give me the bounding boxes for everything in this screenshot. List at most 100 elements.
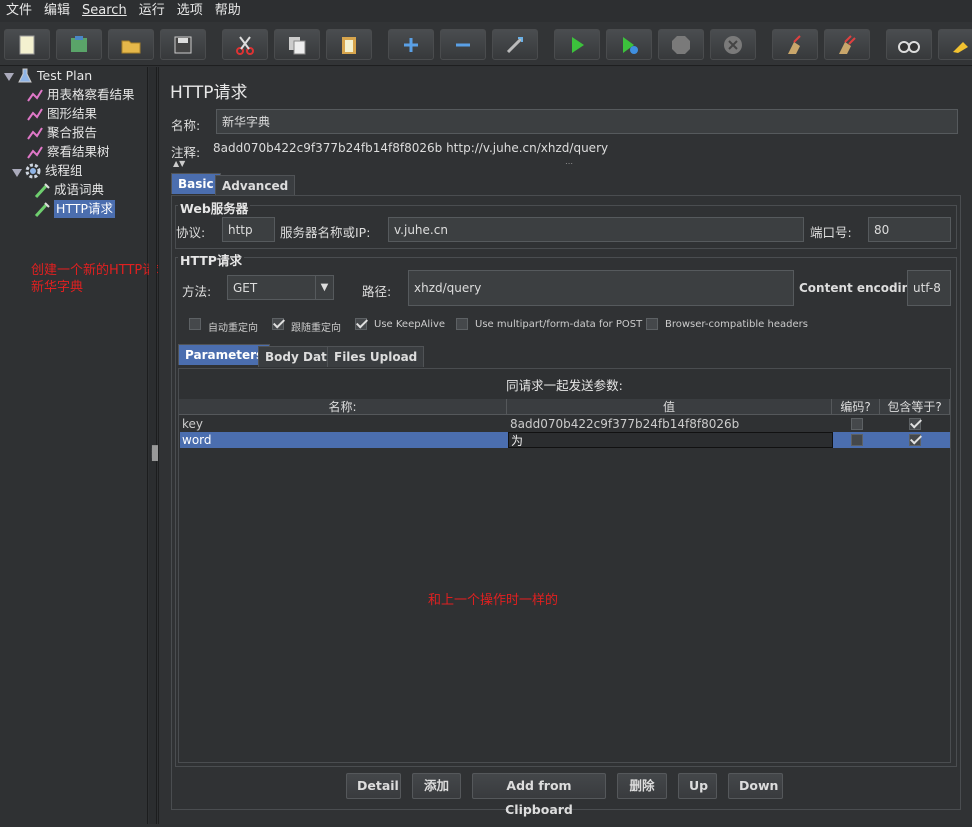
column-header-encode[interactable]: 编码? [832,399,880,415]
collapse-all-button[interactable] [440,29,486,60]
collapse-arrows-icon[interactable]: ▲▼ [173,159,185,168]
name-field[interactable]: 新华字典 [216,109,958,134]
method-select[interactable]: GET ▼ [227,275,334,300]
expand-toggle-thread-group[interactable] [12,169,22,177]
annotation-same-operation: 和上一个操作时一样的 [428,593,559,608]
tree-node-idiom-dictionary[interactable]: 成语词典 [34,181,104,199]
cut-button[interactable] [222,29,268,60]
table-row[interactable]: word 为 [180,432,950,448]
add-from-clipboard-button[interactable]: Add from Clipboard [472,773,606,817]
web-server-title: Web服务器 [178,198,251,217]
search-button[interactable] [886,29,932,60]
expand-all-button[interactable] [388,29,434,60]
save-icon [174,36,192,53]
server-field[interactable]: v.juhe.cn [388,217,804,242]
comment-field[interactable]: 8add070b422c9f377b24fb14f8f8026b http://… [207,138,958,158]
jmeter-window: 文件 编辑 Search 运行 选项 帮助 Test Plan 用表格察看结果 … [0,0,972,827]
reset-search-button[interactable] [938,29,972,60]
start-button[interactable] [554,29,600,60]
protocol-label: 协议: [176,225,206,240]
parameters-table: 同请求一起发送参数: 名称: 值 编码? 包含等于? key 8add070b4… [178,368,951,763]
tree-node-graph-results[interactable]: 图形结果 [27,105,97,123]
copy-button[interactable] [274,29,320,60]
expand-toggle-test-plan[interactable] [4,73,14,81]
tree-node-thread-group[interactable]: 线程组 [25,162,83,180]
collapse-icon [456,43,470,46]
paste-button[interactable] [326,29,372,60]
tab-advanced[interactable]: Advanced [215,175,296,196]
search-icon [898,40,920,53]
clear-button[interactable] [772,29,818,60]
menu-file[interactable]: 文件 [0,0,38,22]
new-icon [19,35,35,54]
param-value-cell[interactable]: 8add070b422c9f377b24fb14f8f8026b [508,416,832,432]
chevron-down-icon[interactable]: ▼ [315,276,333,299]
param-name-cell[interactable]: word [180,432,506,448]
stop-icon [672,35,690,54]
browser-headers-checkbox[interactable] [646,318,658,330]
tab-basic[interactable]: Basic [171,173,221,194]
shutdown-button[interactable] [710,29,756,60]
start-no-pauses-button[interactable] [606,29,652,60]
cut-icon [236,35,254,55]
param-name-cell[interactable]: key [180,416,506,432]
templates-button[interactable] [56,29,102,60]
chart-icon [27,87,43,103]
detail-button[interactable]: Detail [346,773,401,799]
column-header-name[interactable]: 名称: [179,399,507,415]
auto-redirect-label: 自动重定向 [208,323,258,334]
open-icon [121,40,141,53]
tree-node-table-results[interactable]: 用表格察看结果 [27,86,135,104]
start-no-pause-icon [623,36,638,54]
clear-all-icon [839,34,856,54]
encoding-label: Content encoding: [799,281,924,295]
table-row[interactable]: key 8add070b422c9f377b24fb14f8f8026b [180,416,950,432]
toggle-button[interactable] [492,29,538,60]
chart-icon [27,106,43,122]
keepalive-label: Use KeepAlive [374,319,446,330]
drag-handle-icon[interactable]: ⋯ [565,159,573,168]
encode-checkbox[interactable] [851,418,863,430]
menu-options[interactable]: 选项 [171,0,209,22]
tree-node-view-results-tree[interactable]: 察看结果树 [27,143,110,161]
tree-node-http-request[interactable]: HTTP请求 [34,200,115,218]
stop-button[interactable] [658,29,704,60]
menu-edit[interactable]: 编辑 [38,0,76,22]
include-equals-checkbox[interactable] [909,418,921,430]
path-field[interactable]: xhzd/query [408,270,794,306]
delete-button[interactable]: 删除 [617,773,667,799]
auto-redirect-checkbox[interactable] [189,318,201,330]
up-button[interactable]: Up [678,773,717,799]
keepalive-checkbox[interactable] [355,318,367,330]
tab-files-upload[interactable]: Files Upload [327,346,425,367]
port-field[interactable]: 80 [868,217,951,242]
chart-icon [27,144,43,160]
down-button[interactable]: Down [728,773,783,799]
menu-run[interactable]: 运行 [133,0,171,22]
save-button[interactable] [160,29,206,60]
http-request-title: HTTP请求 [178,250,244,269]
encode-checkbox[interactable] [851,434,863,446]
new-button[interactable] [4,29,50,60]
flask-icon [17,68,33,84]
tree-node-test-plan[interactable]: Test Plan [17,67,92,85]
tree-node-aggregate-report[interactable]: 聚合报告 [27,124,97,142]
tab-parameters[interactable]: Parameters [178,344,271,365]
open-button[interactable] [108,29,154,60]
gear-icon [25,163,41,179]
follow-redirect-checkbox[interactable] [272,318,284,330]
param-value-editor[interactable]: 为 [508,432,833,448]
path-label: 路径: [362,284,392,299]
add-button[interactable]: 添加 [412,773,461,799]
menu-help[interactable]: 帮助 [209,0,247,22]
clear-all-button[interactable] [824,29,870,60]
menu-search[interactable]: Search [76,0,133,22]
include-equals-checkbox[interactable] [909,434,921,446]
pipette-icon [34,201,50,217]
multipart-checkbox[interactable] [456,318,468,330]
parameters-caption: 同请求一起发送参数: [506,378,623,393]
protocol-field[interactable]: http [222,217,275,242]
column-header-value[interactable]: 值 [507,399,832,415]
encoding-field[interactable]: utf-8 [907,270,951,306]
column-header-include-equals[interactable]: 包含等于? [880,399,950,415]
